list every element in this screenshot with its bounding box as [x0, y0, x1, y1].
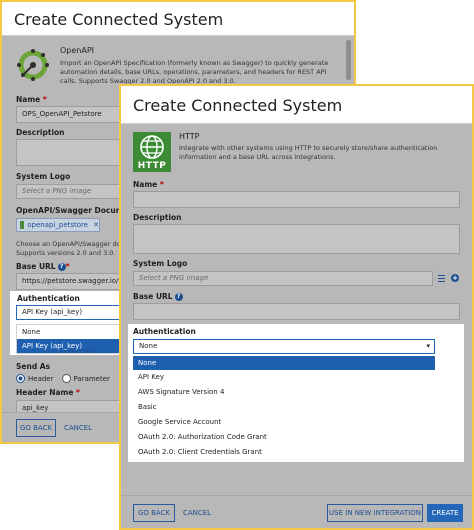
system-logo-label: System Logo [133, 259, 188, 268]
base-url-label: Base URL? * [16, 262, 70, 271]
radio-header[interactable] [16, 374, 25, 383]
create-button[interactable]: CREATE [427, 504, 463, 522]
auth-option-api-key[interactable]: API Key [133, 370, 435, 384]
system-logo-input[interactable]: Select a PNG image [16, 184, 126, 199]
description-label: Description [16, 128, 65, 137]
radio-parameter-label: Parameter [73, 374, 110, 383]
file-icon [20, 221, 25, 229]
chevron-down-icon: ▾ [426, 342, 430, 350]
name-input[interactable] [133, 191, 460, 208]
http-dialog-title: Create Connected System [133, 96, 343, 115]
authentication-select[interactable]: API Key (api_key) [16, 305, 124, 320]
name-label: Name * [16, 95, 47, 104]
description-textarea[interactable] [133, 224, 460, 254]
header-name-input[interactable]: api_key [16, 400, 126, 412]
document-file-name: openapi_petstore [27, 221, 89, 229]
description-textarea[interactable] [16, 139, 126, 166]
authentication-select-value: None [139, 342, 158, 350]
authentication-select[interactable]: None ▾ [133, 339, 435, 354]
http-dialog-footer: GO BACK CANCEL USE IN NEW INTEGRATION CR… [121, 495, 472, 528]
radio-parameter[interactable] [61, 374, 71, 383]
http-logo-text: HTTP [137, 161, 167, 171]
radio-header-label: Header [28, 374, 54, 383]
description-label: Description [133, 213, 182, 222]
cancel-button[interactable]: CANCEL [60, 419, 96, 437]
auth-option-google-service-account[interactable]: Google Service Account [133, 415, 435, 429]
info-icon[interactable]: ? [57, 263, 66, 271]
cancel-button[interactable]: CANCEL [179, 504, 215, 522]
list-icon[interactable] [438, 275, 445, 282]
auth-option-none[interactable]: None [133, 356, 435, 370]
connector-name: HTTP [179, 132, 200, 141]
connector-description: Integrate with other systems using HTTP … [179, 144, 438, 161]
authentication-dropdown-panel: Authentication API Key (api_key) None AP… [10, 291, 126, 355]
openapi-dialog-header: Create Connected System [2, 2, 354, 36]
auth-option-none[interactable]: None [17, 325, 123, 339]
connector-description: Import an OpenAPI Specification (formerl… [60, 59, 329, 85]
name-input[interactable]: OPS_OpenAPI_Petstore [16, 106, 126, 123]
document-file-chip: openapi_petstore ✕ [16, 218, 100, 232]
http-dialog: Create Connected System HTTP HTTP Integr… [119, 84, 474, 530]
system-logo-input[interactable]: Select a PNG image [133, 271, 433, 286]
document-help-line-1: Choose an OpenAPI/Swagger docu [16, 240, 129, 248]
base-url-input[interactable] [133, 303, 460, 320]
document-help-line-2: Supports versions 2.0 and 3.0. [16, 249, 116, 257]
openapi-logo-icon [16, 48, 50, 82]
go-back-button[interactable]: GO BACK [133, 504, 175, 522]
http-logo-icon: HTTP [133, 132, 171, 172]
authentication-options: None API Key AWS Signature Version 4 Bas… [133, 356, 435, 460]
name-label: Name * [133, 180, 164, 189]
add-logo-icon[interactable]: + [451, 274, 459, 282]
learn-more-link[interactable]: Learn more [60, 347, 97, 355]
send-as-label: Send As [16, 362, 51, 371]
go-back-button[interactable]: GO BACK [16, 419, 56, 437]
authentication-label: Authentication [17, 294, 80, 303]
auth-option-oauth-client-credentials[interactable]: OAuth 2.0: Client Credentials Grant [133, 445, 435, 459]
base-url-input[interactable]: https://petstore.swagger.io/v2 [16, 273, 126, 290]
send-as-radio-group: Header Parameter [16, 374, 110, 383]
system-logo-label: System Logo [16, 172, 71, 181]
authentication-dropdown-panel: Authentication None ▾ None API Key AWS S… [128, 324, 464, 462]
header-name-label: Header Name * [16, 388, 80, 397]
openapi-dialog-title: Create Connected System [14, 10, 224, 29]
http-dialog-body: HTTP HTTP Integrate with other systems u… [121, 124, 472, 495]
connector-name: OpenAPI [60, 46, 95, 55]
auth-option-basic[interactable]: Basic [133, 400, 435, 414]
scrollbar[interactable] [346, 40, 351, 80]
remove-file-icon[interactable]: ✕ [93, 221, 99, 229]
http-dialog-header: Create Connected System [121, 86, 472, 124]
use-in-new-integration-button[interactable]: USE IN NEW INTEGRATION [327, 504, 423, 522]
auth-option-oauth-auth-code[interactable]: OAuth 2.0: Authorization Code Grant [133, 430, 435, 444]
auth-option-aws-signature-v4[interactable]: AWS Signature Version 4 [133, 385, 435, 399]
authentication-label: Authentication [133, 327, 196, 336]
info-icon[interactable]: ? [174, 293, 183, 301]
base-url-label: Base URL? [133, 292, 183, 301]
